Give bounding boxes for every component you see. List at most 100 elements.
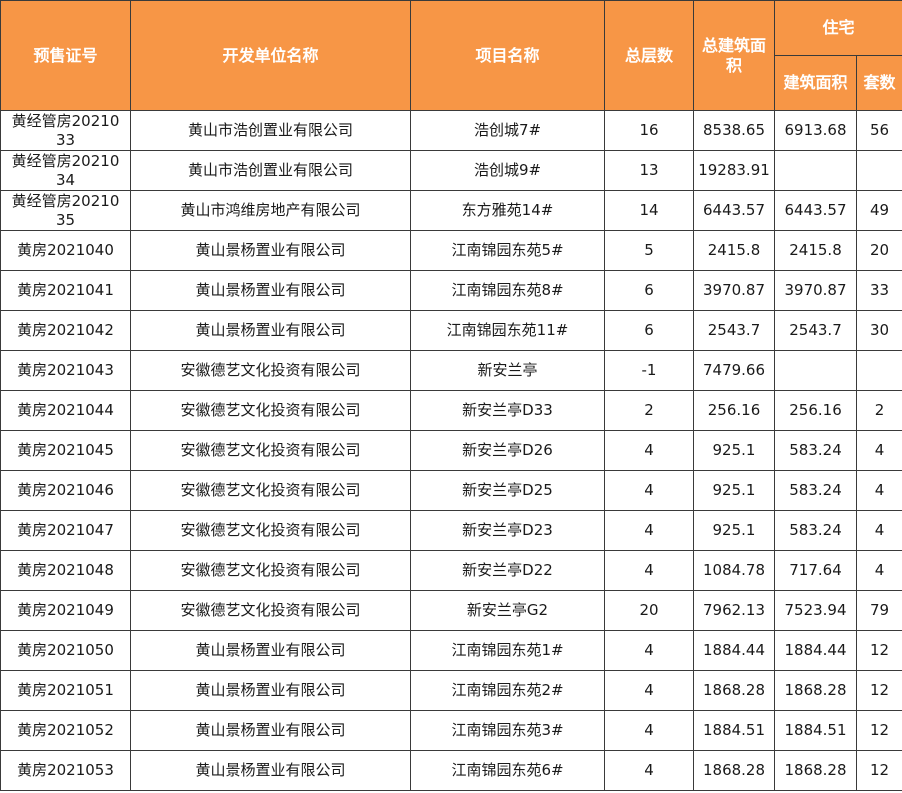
table-row: 黄房2021050 黄山景杨置业有限公司 江南锦园东苑1# 4 1884.44 1884.…: [0, 630, 902, 671]
cell-developer: 黄山市浩创置业有限公司: [130, 150, 411, 191]
cell-res-units: 4: [855, 430, 902, 471]
cell-permit-no: 黄经管房2021035: [0, 190, 131, 231]
cell-res-area: 583.24: [774, 510, 857, 551]
cell-developer: 安徽德艺文化投资有限公司: [130, 430, 411, 471]
cell-developer: 安徽德艺文化投资有限公司: [130, 470, 411, 511]
cell-project: 江南锦园东苑3#: [410, 710, 605, 751]
cell-total-area: 19283.91: [693, 150, 775, 191]
cell-total-area: 925.1: [693, 510, 775, 551]
cell-developer: 安徽德艺文化投资有限公司: [130, 590, 411, 631]
header-floors: 总层数: [604, 0, 694, 111]
table-row: 黄房2021044 安徽德艺文化投资有限公司 新安兰亭D33 2 256.16 256.1…: [0, 390, 902, 431]
cell-developer: 黄山景杨置业有限公司: [130, 750, 411, 791]
table-row: 黄房2021053 黄山景杨置业有限公司 江南锦园东苑6# 4 1868.28 1868.…: [0, 750, 902, 791]
header-project: 项目名称: [410, 0, 605, 111]
cell-floors: 5: [604, 230, 694, 271]
cell-total-area: 7962.13: [693, 590, 775, 631]
cell-permit-no: 黄房2021045: [0, 430, 131, 471]
header-res-units: 套数: [855, 55, 902, 111]
cell-permit-no: 黄经管房2021033: [0, 110, 131, 151]
cell-project: 江南锦园东苑1#: [410, 630, 605, 671]
cell-total-area: 925.1: [693, 470, 775, 511]
cell-permit-no: 黄房2021040: [0, 230, 131, 271]
cell-floors: 6: [604, 270, 694, 311]
cell-developer: 黄山景杨置业有限公司: [130, 270, 411, 311]
header-residential: 住宅: [773, 0, 902, 56]
cell-res-units: 12: [855, 750, 902, 791]
cell-floors: 16: [604, 110, 694, 151]
cell-total-area: 7479.66: [693, 350, 775, 391]
cell-developer: 黄山市鸿维房地产有限公司: [130, 190, 411, 231]
cell-floors: -1: [604, 350, 694, 391]
cell-developer: 安徽德艺文化投资有限公司: [130, 350, 411, 391]
cell-total-area: 925.1: [693, 430, 775, 471]
cell-res-units: 79: [855, 590, 902, 631]
cell-floors: 4: [604, 630, 694, 671]
table-body: 黄经管房2021033 黄山市浩创置业有限公司 浩创城7# 16 8538.65 6913…: [0, 110, 902, 791]
table-row: 黄经管房2021033 黄山市浩创置业有限公司 浩创城7# 16 8538.65 6913…: [0, 110, 902, 151]
table-row: 黄房2021048 安徽德艺文化投资有限公司 新安兰亭D22 4 1084.78 717.…: [0, 550, 902, 591]
cell-res-units: 33: [855, 270, 902, 311]
cell-floors: 4: [604, 510, 694, 551]
cell-total-area: 1884.51: [693, 710, 775, 751]
cell-floors: 14: [604, 190, 694, 231]
cell-res-area: 2415.8: [774, 230, 857, 271]
cell-res-area: 1868.28: [774, 750, 857, 791]
cell-floors: 6: [604, 310, 694, 351]
table-header: 预售证号 开发单位名称 项目名称 总层数 总建筑面积 住宅 建筑面积 套数: [0, 0, 902, 111]
cell-res-units: 2: [855, 390, 902, 431]
table-row: 黄房2021051 黄山景杨置业有限公司 江南锦园东苑2# 4 1868.28 1868.…: [0, 670, 902, 711]
cell-total-area: 6443.57: [693, 190, 775, 231]
cell-permit-no: 黄房2021051: [0, 670, 131, 711]
cell-permit-no: 黄房2021042: [0, 310, 131, 351]
cell-res-area: 1884.51: [774, 710, 857, 751]
cell-permit-no: 黄房2021049: [0, 590, 131, 631]
cell-total-area: 1868.28: [693, 750, 775, 791]
cell-floors: 4: [604, 430, 694, 471]
cell-floors: 4: [604, 470, 694, 511]
cell-res-units: 4: [855, 470, 902, 511]
cell-res-area: [774, 150, 857, 191]
table-row: 黄房2021040 黄山景杨置业有限公司 江南锦园东苑5# 5 2415.8 2415.8…: [0, 230, 902, 271]
cell-developer: 黄山景杨置业有限公司: [130, 670, 411, 711]
cell-res-units: 4: [855, 550, 902, 591]
cell-developer: 黄山景杨置业有限公司: [130, 630, 411, 671]
cell-res-units: 49: [855, 190, 902, 231]
cell-project: 江南锦园东苑6#: [410, 750, 605, 791]
cell-developer: 黄山市浩创置业有限公司: [130, 110, 411, 151]
cell-res-units: [855, 150, 902, 191]
cell-project: 新安兰亭D26: [410, 430, 605, 471]
cell-res-area: 1868.28: [774, 670, 857, 711]
cell-res-area: 7523.94: [774, 590, 857, 631]
table-row: 黄房2021045 安徽德艺文化投资有限公司 新安兰亭D26 4 925.1 583.24…: [0, 430, 902, 471]
cell-res-area: 2543.7: [774, 310, 857, 351]
cell-permit-no: 黄房2021046: [0, 470, 131, 511]
table-row: 黄房2021043 安徽德艺文化投资有限公司 新安兰亭 -1 7479.66: [0, 350, 902, 391]
header-total-area: 总建筑面积: [693, 0, 775, 111]
cell-permit-no: 黄房2021048: [0, 550, 131, 591]
cell-total-area: 1084.78: [693, 550, 775, 591]
cell-total-area: 1868.28: [693, 670, 775, 711]
cell-permit-no: 黄房2021043: [0, 350, 131, 391]
table-row: 黄房2021052 黄山景杨置业有限公司 江南锦园东苑3# 4 1884.51 1884.…: [0, 710, 902, 751]
cell-floors: 20: [604, 590, 694, 631]
cell-project: 江南锦园东苑8#: [410, 270, 605, 311]
cell-total-area: 3970.87: [693, 270, 775, 311]
cell-floors: 2: [604, 390, 694, 431]
cell-res-area: 256.16: [774, 390, 857, 431]
cell-project: 新安兰亭D22: [410, 550, 605, 591]
cell-project: 浩创城9#: [410, 150, 605, 191]
header-developer: 开发单位名称: [130, 0, 411, 111]
cell-project: 江南锦园东苑2#: [410, 670, 605, 711]
cell-project: 东方雅苑14#: [410, 190, 605, 231]
cell-res-area: 1884.44: [774, 630, 857, 671]
cell-project: 新安兰亭G2: [410, 590, 605, 631]
table-row: 黄房2021046 安徽德艺文化投资有限公司 新安兰亭D25 4 925.1 583.24…: [0, 470, 902, 511]
cell-project: 江南锦园东苑11#: [410, 310, 605, 351]
cell-project: 新安兰亭: [410, 350, 605, 391]
cell-res-area: 6443.57: [774, 190, 857, 231]
cell-res-area: 717.64: [774, 550, 857, 591]
table-row: 黄房2021047 安徽德艺文化投资有限公司 新安兰亭D23 4 925.1 583.24…: [0, 510, 902, 551]
cell-developer: 黄山景杨置业有限公司: [130, 230, 411, 271]
cell-project: 浩创城7#: [410, 110, 605, 151]
